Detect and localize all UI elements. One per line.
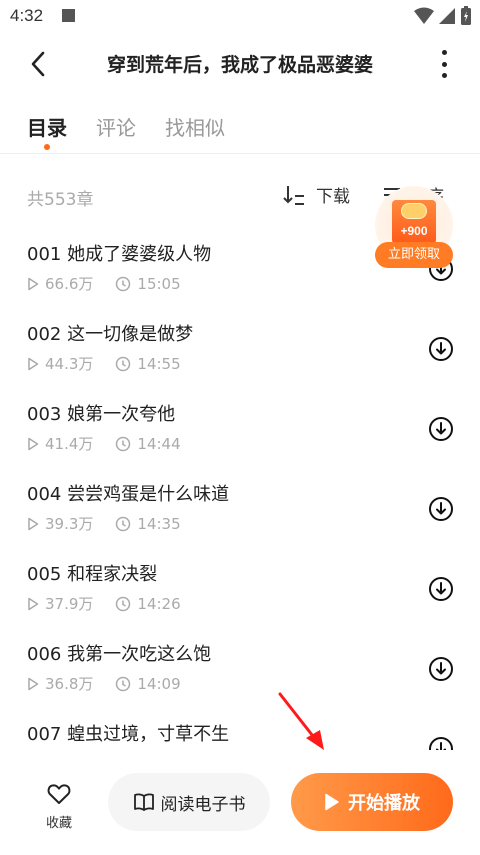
coin-box-icon: +900: [392, 200, 436, 244]
chapter-item[interactable]: 002 这一切像是做梦 44.3万 14:55: [0, 310, 480, 390]
chapter-count: 共553章: [27, 190, 94, 210]
chapter-item[interactable]: 007 蝗虫过境，寸草不生: [0, 710, 480, 750]
chapter-title: 003 娘第一次夸他: [27, 404, 176, 425]
notification-icon: [62, 9, 75, 22]
start-play-label: 开始播放: [348, 793, 420, 814]
play-count: 41.4万: [45, 435, 94, 453]
duration: 14:44: [137, 434, 181, 453]
more-dot: [441, 61, 447, 67]
play-count: 39.3万: [45, 515, 94, 533]
play-count-icon: [28, 597, 39, 610]
chapter-title: 005 和程家决裂: [27, 564, 158, 585]
download-icon[interactable]: [428, 336, 454, 362]
read-ebook-label: 阅读电子书: [160, 794, 246, 815]
claim-now-button[interactable]: 立即领取: [375, 242, 453, 268]
page-title: 穿到荒年后，我成了极品恶婆婆: [106, 54, 373, 76]
tab-catalog[interactable]: 目录: [27, 112, 67, 141]
battery-icon: [461, 6, 471, 25]
clock-icon: [116, 676, 131, 691]
chapter-item[interactable]: 003 娘第一次夸他 41.4万 14:44: [0, 390, 480, 470]
play-count: 44.3万: [45, 355, 94, 373]
play-count-icon: [28, 437, 39, 450]
more-dot: [441, 73, 447, 78]
reward-amount: +900: [400, 224, 428, 238]
batch-download-button[interactable]: 下载: [282, 182, 350, 207]
more-dot: [441, 50, 447, 55]
chapter-title: 002 这一切像是做梦: [27, 324, 194, 345]
favorite-label: 收藏: [45, 816, 72, 831]
start-play-button[interactable]: 开始播放: [291, 773, 453, 831]
tab-bar: 目录 评论 找相似: [0, 108, 480, 154]
tab-comments[interactable]: 评论: [96, 112, 136, 141]
clock-icon: [116, 516, 131, 531]
duration: 14:26: [137, 594, 181, 613]
play-count-icon: [28, 357, 39, 370]
play-count-icon: [28, 277, 39, 290]
tab-similar[interactable]: 找相似: [165, 112, 225, 141]
chapter-meta: 36.8万 14:09: [27, 673, 203, 694]
download-icon[interactable]: [428, 416, 454, 442]
clock-icon: [116, 276, 131, 291]
play-count: 37.9万: [45, 595, 94, 613]
clock-icon: [116, 356, 131, 371]
signal-icon: [439, 8, 455, 24]
wifi-icon: [414, 7, 434, 24]
chapter-item[interactable]: 005 和程家决裂 37.9万 14:26: [0, 550, 480, 630]
chapter-meta: 41.4万 14:44: [27, 433, 203, 454]
duration: 14:09: [137, 674, 181, 693]
chapter-meta: 66.6万 15:05: [27, 273, 203, 294]
play-count-icon: [28, 517, 39, 530]
download-icon[interactable]: [428, 496, 454, 522]
download-icon[interactable]: [428, 576, 454, 602]
book-icon: [133, 793, 154, 811]
status-time: 4:32: [10, 6, 44, 25]
read-ebook-button[interactable]: 阅读电子书: [108, 773, 270, 831]
favorite-button[interactable]: 收藏: [38, 783, 80, 833]
more-button[interactable]: [438, 50, 450, 78]
duration: 15:05: [137, 274, 181, 293]
chapter-meta: 39.3万 14:35: [27, 513, 203, 534]
chapter-title: 007 蝗虫过境，寸草不生: [27, 724, 230, 745]
bottom-action-bar: 收藏 阅读电子书 开始播放: [0, 765, 480, 855]
chapter-title: 001 她成了婆婆级人物: [27, 244, 212, 265]
chapter-title: 006 我第一次吃这么饱: [27, 644, 212, 665]
duration: 14:55: [137, 354, 181, 373]
clock-icon: [116, 436, 131, 451]
download-icon[interactable]: [428, 656, 454, 682]
chevron-left-icon: [31, 51, 45, 77]
chapter-item[interactable]: 006 我第一次吃这么饱 36.8万 14:09: [0, 630, 480, 710]
annotation-arrow-icon: [278, 692, 324, 750]
chapter-meta: 44.3万 14:55: [27, 353, 203, 374]
chapter-title: 004 尝尝鸡蛋是什么味道: [27, 484, 230, 505]
play-count: 66.6万: [45, 275, 94, 293]
play-count: 36.8万: [45, 675, 94, 693]
download-icon[interactable]: [428, 736, 454, 750]
status-icons: [414, 6, 472, 26]
download-label: 下载: [316, 187, 350, 207]
clock-icon: [116, 596, 131, 611]
download-sort-icon: [283, 185, 304, 205]
tab-indicator: [44, 144, 50, 150]
coin-icon: [401, 203, 427, 219]
chapter-meta: 37.9万 14:26: [27, 593, 203, 614]
play-count-icon: [28, 677, 39, 690]
chapter-item[interactable]: 004 尝尝鸡蛋是什么味道 39.3万 14:35: [0, 470, 480, 550]
duration: 14:35: [137, 514, 181, 533]
header: 穿到荒年后，我成了极品恶婆婆: [0, 38, 480, 90]
back-button[interactable]: [22, 48, 54, 80]
reward-badge[interactable]: +900 立即领取: [373, 186, 455, 270]
play-icon: [325, 793, 339, 811]
heart-icon: [47, 784, 71, 804]
status-bar: 4:32: [0, 0, 480, 34]
